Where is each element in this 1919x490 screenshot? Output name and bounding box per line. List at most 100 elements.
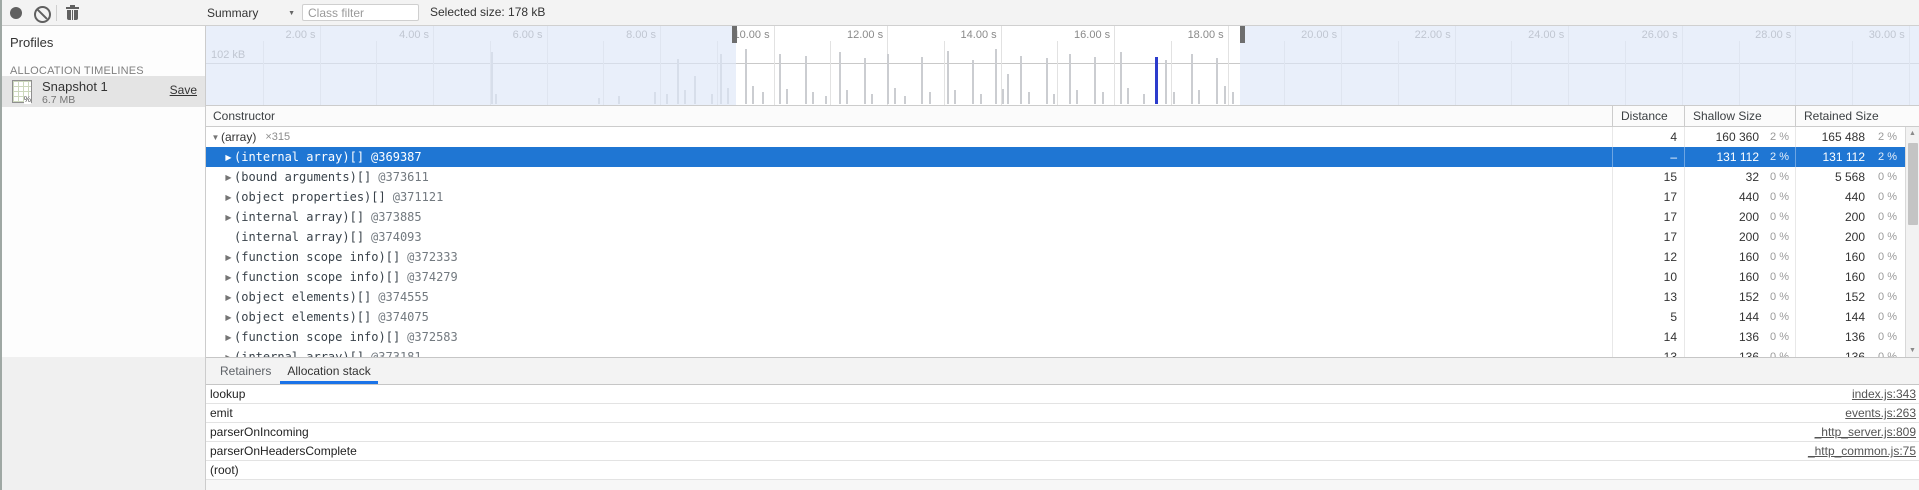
object-name: (bound arguments)[] (234, 170, 371, 184)
constructor-row[interactable]: ▶(function scope info)[]@374279101600 %1… (206, 267, 1905, 287)
time-gridline (944, 41, 945, 105)
constructor-cell: ▶(object elements)[] @374555 (206, 287, 1612, 307)
stack-frame-row[interactable]: (root) (206, 461, 1919, 480)
column-header-shallow-size[interactable]: Shallow Size (1684, 106, 1795, 126)
expand-triangle-icon[interactable]: ▶ (223, 193, 234, 202)
allocation-bar (947, 51, 949, 104)
retained-size-value: 160 (1796, 270, 1865, 284)
clear-profiles-icon[interactable] (34, 6, 51, 23)
object-name: (object elements)[] (234, 290, 371, 304)
scrollbar-thumb[interactable] (1908, 143, 1918, 225)
constructor-cell: ▶(function scope info)[]@372583 (206, 327, 1612, 347)
record-button[interactable] (10, 7, 22, 19)
heap-snapshot-icon: % (12, 80, 32, 103)
retained-size-value: 160 (1796, 250, 1865, 264)
object-name: (object properties)[] (234, 190, 386, 204)
vertical-scrollbar[interactable]: ▲ ▼ (1905, 127, 1919, 357)
distance-cell: 17 (1612, 187, 1684, 207)
constructor-row[interactable]: ▶(bound arguments)[]@37361115320 %5 5680… (206, 167, 1905, 187)
constructor-row[interactable]: ▶(internal array)[]@369387–131 1122 %131… (206, 147, 1905, 167)
allocation-bar (1076, 90, 1078, 104)
retained-size-value: 131 112 (1796, 150, 1865, 164)
allocation-bar (805, 56, 807, 104)
tab-retainers[interactable]: Retainers (212, 358, 279, 384)
allocation-bar (786, 89, 788, 104)
source-link[interactable]: _http_server.js:809 (1815, 425, 1919, 439)
shallow-size-cell: 1440 % (1684, 307, 1795, 327)
source-link[interactable]: index.js:343 (1852, 387, 1919, 401)
allocation-bar (980, 94, 982, 104)
allocation-bar (887, 54, 889, 104)
window-shade-right (1240, 26, 1919, 105)
window-edge (0, 0, 2, 490)
constructor-cell: ▼(array)×315 (206, 127, 1612, 147)
stack-frame-row[interactable]: emitevents.js:263 (206, 404, 1919, 423)
shallow-size-value: 144 (1685, 310, 1759, 324)
object-id: @373885 (371, 210, 422, 224)
expand-triangle-icon[interactable]: ▶ (223, 293, 234, 302)
constructor-row[interactable]: ▶(function scope info)[]@372333121600 %1… (206, 247, 1905, 267)
column-header-constructor[interactable]: Constructor (206, 109, 1612, 123)
snapshot-size: 6.7 MB (42, 94, 75, 106)
distance-cell: 13 (1612, 287, 1684, 307)
source-link[interactable]: events.js:263 (1845, 406, 1919, 420)
class-filter-input[interactable] (302, 4, 419, 21)
delete-profile-icon[interactable] (66, 5, 79, 21)
retained-size-value: 136 (1796, 330, 1865, 344)
expand-triangle-icon[interactable]: ▶ (223, 213, 234, 222)
window-right-handle[interactable] (1240, 26, 1245, 43)
constructor-cell: ▶(function scope info)[]@374279 (206, 267, 1612, 287)
stack-frame-row[interactable]: lookupindex.js:343 (206, 385, 1919, 404)
retained-size-value: 200 (1796, 210, 1865, 224)
object-name: (array) (221, 130, 256, 144)
allocation-bar (1069, 54, 1071, 104)
expand-triangle-icon[interactable]: ▶ (223, 253, 234, 262)
constructor-row[interactable]: ▶(internal array)[]@373181131360 %1360 % (206, 347, 1905, 357)
snapshot-name: Snapshot 1 (42, 79, 108, 94)
constructor-row[interactable]: (internal array)[]@374093172000 %2000 % (206, 227, 1905, 247)
allocation-bar (1224, 86, 1226, 104)
expand-triangle-icon[interactable]: ▶ (223, 333, 234, 342)
constructor-row[interactable]: ▶(function scope info)[]@372583141360 %1… (206, 327, 1905, 347)
column-header-distance[interactable]: Distance (1612, 106, 1684, 126)
stack-frame-row[interactable]: parserOnIncoming_http_server.js:809 (206, 423, 1919, 442)
retained-size-percent: 0 % (1865, 231, 1905, 243)
shallow-size-percent: 0 % (1759, 191, 1795, 203)
allocation-bar (839, 52, 841, 104)
expand-triangle-icon[interactable]: ▶ (223, 153, 234, 162)
expand-triangle-icon[interactable]: ▶ (223, 173, 234, 182)
object-name: (internal array)[] (234, 150, 364, 164)
tab-allocation-stack[interactable]: Allocation stack (279, 358, 378, 384)
constructor-row[interactable]: ▼(array)×3154160 3602 %165 4882 % (206, 127, 1905, 147)
constructor-row[interactable]: ▶(object elements)[]@374555131520 %1520 … (206, 287, 1905, 307)
object-id: @374555 (378, 290, 429, 304)
constructor-row[interactable]: ▶(object elements)[]@37407551440 %1440 % (206, 307, 1905, 327)
retained-size-cell: 2000 % (1795, 227, 1905, 247)
scrollbar-down-arrow[interactable]: ▼ (1906, 344, 1919, 357)
object-id: @369387 (371, 150, 422, 164)
allocation-bar (1127, 88, 1129, 104)
snapshot-save-link[interactable]: Save (170, 83, 197, 97)
shallow-size-percent: 0 % (1759, 331, 1795, 343)
source-link[interactable]: _http_common.js:75 (1808, 444, 1919, 458)
retained-size-percent: 0 % (1865, 211, 1905, 223)
expanded-triangle-icon[interactable]: ▼ (210, 133, 221, 142)
scrollbar-up-arrow[interactable]: ▲ (1906, 127, 1919, 140)
expand-triangle-icon[interactable]: ▶ (223, 313, 234, 322)
sidebar-item-snapshot-1[interactable]: % Snapshot 1 6.7 MB Save (0, 76, 205, 107)
shallow-size-cell: 320 % (1684, 167, 1795, 187)
retained-size-percent: 2 % (1865, 131, 1905, 143)
constructor-row[interactable]: ▶(internal array)[]@373885172000 %2000 % (206, 207, 1905, 227)
constructor-row[interactable]: ▶(object properties)[]@371121174400 %440… (206, 187, 1905, 207)
allocation-bar (1102, 92, 1104, 104)
retained-size-cell: 131 1122 % (1795, 147, 1905, 167)
stack-frame-row[interactable]: parserOnHeadersComplete_http_common.js:7… (206, 442, 1919, 461)
distance-cell: 10 (1612, 267, 1684, 287)
expand-triangle-icon[interactable]: ▶ (223, 273, 234, 282)
window-left-handle[interactable] (732, 26, 737, 43)
perspective-select[interactable]: Summary ▼ (207, 4, 295, 22)
timeline-overview[interactable]: 102 kB 2.00 s4.00 s6.00 s8.00 s10.00 s12… (206, 26, 1919, 105)
column-header-retained-size[interactable]: Retained Size (1795, 106, 1905, 126)
selected-size-label: Selected size: 178 kB (430, 0, 545, 25)
constructor-cell: ▶(function scope info)[]@372333 (206, 247, 1612, 267)
